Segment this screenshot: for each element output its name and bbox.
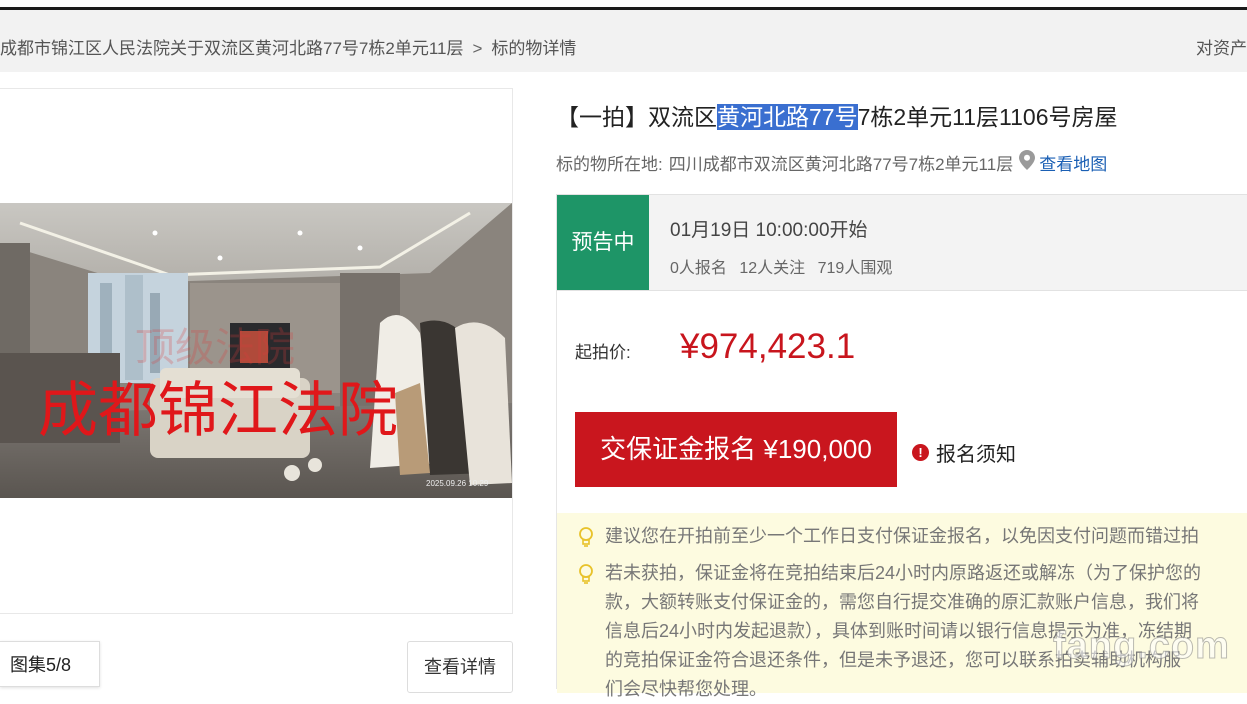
header-right-link[interactable]: 对资产 (1196, 34, 1247, 59)
auction-stats: 0人报名 12人关注 719人围观 (670, 254, 900, 278)
location-label: 标的物所在地: (556, 155, 663, 174)
breadcrumb-separator: > (472, 39, 483, 58)
tip-line: 款，大额转账支付保证金的，需您自行提交准确的原汇款账户信息，我们将 (605, 592, 1199, 612)
breadcrumb-item-case[interactable]: 成都市锦江区人民法院关于双流区黄河北路77号7栋2单元11层 (0, 39, 463, 58)
view-detail-button[interactable]: 查看详情 (407, 641, 513, 693)
listing-photo[interactable]: 顶级法院 成都锦江法院 2025.09.26 10:29 (0, 203, 512, 498)
lightbulb-icon (576, 563, 596, 594)
listing-title: 【一拍】双流区黄河北路77号7栋2单元11层1106号房屋 (556, 98, 1118, 132)
listing-location: 标的物所在地: 四川成都市双流区黄河北路77号7栋2单元11层 查看地图 (556, 150, 1107, 175)
breadcrumb: 成都市锦江区人民法院关于双流区黄河北路77号7栋2单元11层 > 标的物详情 (0, 34, 576, 59)
photo-timestamp: 2025.09.26 10:29 (426, 479, 489, 488)
svg-text:顶级法院: 顶级法院 (135, 326, 295, 370)
title-suffix: 7栋2单元11层1106号房屋 (857, 104, 1118, 130)
location-value: 四川成都市双流区黄河北路77号7栋2单元11层 (668, 155, 1014, 174)
view-map-link[interactable]: 查看地图 (1039, 150, 1107, 175)
following-count: 12人关注 (739, 260, 806, 277)
tip-line: 建议您在开拍前至少一个工作日支付保证金报名，以免因支付问题而错过拍 (605, 526, 1199, 546)
watching-count: 719人围观 (817, 260, 893, 277)
title-prefix: 【一拍】双流区 (556, 104, 717, 130)
title-highlight: 黄河北路77号 (717, 104, 858, 130)
tip-line: 若未获拍，保证金将在竞拍结束后24小时内原路返还或解冻（为了保护您的 (605, 563, 1202, 583)
registration-notice-label: 报名须知 (936, 444, 1016, 466)
site-watermark: fang.com (1053, 625, 1230, 668)
auction-start-time: 01月19日 10:00:00开始 (670, 220, 868, 241)
breadcrumb-item-detail: 标的物详情 (491, 39, 577, 58)
photo-overlay-text: 成都锦江法院 (38, 376, 398, 446)
lightbulb-icon (576, 526, 596, 557)
starting-price-label: 起拍价: (575, 343, 631, 362)
breadcrumb-bar: 成都市锦江区人民法院关于双流区黄河北路77号7栋2单元11层 > 标的物详情 对资产 (0, 10, 1247, 72)
pay-deposit-button[interactable]: 交保证金报名 ¥190,000 (575, 412, 897, 487)
registered-count: 0人报名 (670, 260, 727, 277)
location-pin-icon (1019, 150, 1036, 175)
status-badge: 预告中 (557, 195, 649, 290)
starting-price-value: ¥974,423.1 (680, 327, 856, 366)
registration-notice-link[interactable]: ! 报名须知 (912, 438, 1016, 467)
tip-line: 们会尽快帮您处理。 (605, 679, 767, 699)
gallery-count[interactable]: 图集5/8 (0, 641, 100, 687)
auction-status-panel: 预告中 01月19日 10:00:00开始 0人报名 12人关注 719人围观 (556, 194, 1247, 291)
warning-icon: ! (912, 444, 929, 461)
